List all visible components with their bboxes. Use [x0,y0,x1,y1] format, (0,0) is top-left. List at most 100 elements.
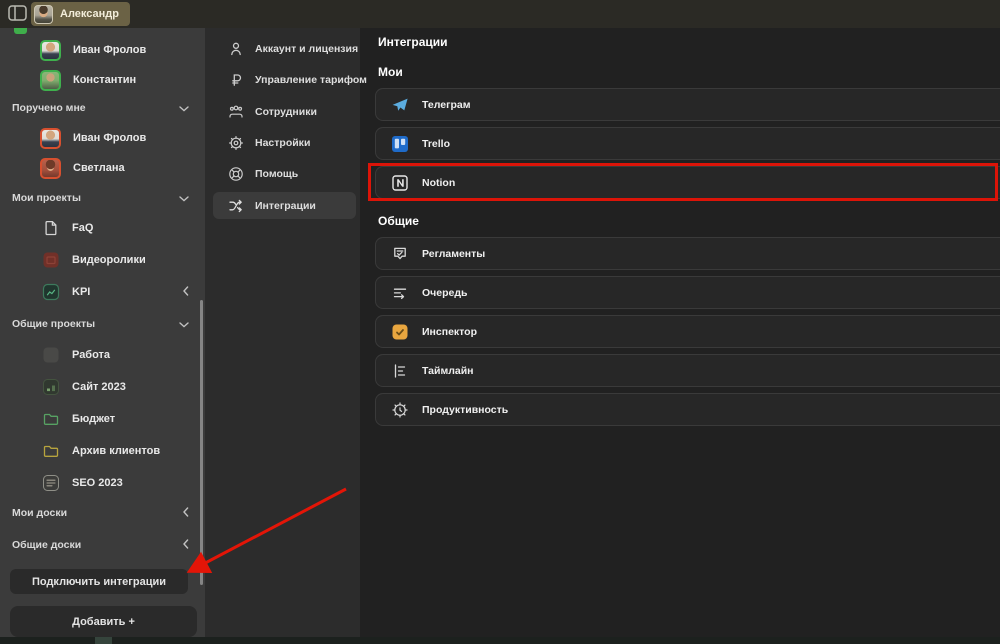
chevron-left-icon [183,283,189,301]
sidebar-item-member[interactable]: Светлана [0,154,205,182]
integration-label: Trello [422,138,450,150]
avatar [40,70,61,91]
productivity-icon [391,401,409,419]
project-label: Архив клиентов [72,445,160,457]
sidebar-item-project-site2023[interactable]: Сайт 2023 [0,373,205,401]
section-label: Общие доски [12,539,81,551]
lifebuoy-icon [228,166,244,182]
connect-integrations-button[interactable]: Подключить интеграции [10,569,188,594]
section-label: Поручено мне [12,102,86,114]
project-label: Сайт 2023 [72,381,126,393]
top-bar: Александр [0,0,1000,28]
integration-label: Таймлайн [422,365,474,377]
current-user-chip[interactable]: Александр [31,2,130,26]
section-label: Общие проекты [12,318,95,330]
integration-label: Инспектор [422,326,477,338]
member-label: Иван Фролов [73,132,146,144]
integration-card-notion[interactable]: Notion [375,166,1000,199]
integration-card-telegram[interactable]: Телеграм [375,88,1000,121]
person-icon [228,41,244,57]
integration-label: Очередь [422,287,467,299]
gear-icon [228,135,244,151]
inspector-icon [391,323,409,341]
partial-avatar [14,28,27,34]
chevron-down-icon [179,315,189,333]
folder-icon [42,442,60,460]
chevron-down-icon [179,189,189,207]
sidebar-item-project-faq[interactable]: FaQ [0,214,205,242]
chevron-left-icon [183,504,189,522]
sidebar-item-member[interactable]: Иван Фролов [0,36,205,64]
chevron-down-icon [179,99,189,117]
menu-item-label: Помощь [255,168,298,180]
project-label: Видеоролики [72,254,146,266]
avatar [40,40,61,61]
sidebar-section-shared-boards[interactable]: Общие доски [0,531,205,559]
menu-item-help[interactable]: Помощь [213,160,356,187]
menu-item-settings[interactable]: Настройки [213,129,356,156]
member-label: Константин [73,74,136,86]
settings-menu: Аккаунт и лицензия Управление тарифом Со… [205,28,360,644]
project-label: FaQ [72,222,93,234]
integration-label: Регламенты [422,248,485,260]
integrations-page: Интеграции Мои Телеграм Trello Notion Об… [360,28,1000,644]
integration-card-trello[interactable]: Trello [375,127,1000,160]
sidebar-item-project-work[interactable]: Работа [0,341,205,369]
menu-item-account[interactable]: Аккаунт и лицензия [213,35,356,62]
section-label-my: Мои [378,65,403,79]
integration-label: Продуктивность [422,404,508,416]
add-button[interactable]: Добавить + [10,606,197,637]
menu-item-label: Сотрудники [255,106,317,118]
menu-item-label: Управление тарифом [255,74,367,86]
avatar [40,158,61,179]
sidebar-collapse-icon[interactable] [8,5,28,22]
sidebar-section-my-boards[interactable]: Мои доски [0,499,205,527]
integration-card-timeline[interactable]: Таймлайн [375,354,1000,387]
section-label: Мои доски [12,507,67,519]
kpi-project-icon [42,283,60,301]
telegram-icon [391,96,409,114]
trello-icon [391,135,409,153]
sidebar-item-project-budget[interactable]: Бюджет [0,405,205,433]
file-icon [42,219,60,237]
menu-item-tariff[interactable]: Управление тарифом [213,66,356,93]
integration-card-productivity[interactable]: Продуктивность [375,393,1000,426]
menu-item-employees[interactable]: Сотрудники [213,98,356,125]
people-icon [228,104,244,120]
project-label: KPI [72,286,90,298]
chevron-left-icon [183,536,189,554]
member-label: Светлана [73,162,125,174]
section-label-shared: Общие [378,214,419,228]
window-bottom-edge [0,637,1000,644]
integration-label: Телеграм [422,99,471,111]
page-title: Интеграции [378,35,448,49]
sidebar-item-project-clients-archive[interactable]: Архив клиентов [0,437,205,465]
project-label: Работа [72,349,110,361]
sidebar: Иван Фролов Константин Поручено мне Иван… [0,28,205,644]
project-label: Бюджет [72,413,115,425]
bottom-notch [95,637,112,644]
sidebar-item-project-kpi[interactable]: KPI [0,278,205,306]
sidebar-section-assigned-to-me[interactable]: Поручено мне [0,94,205,122]
current-user-name: Александр [60,8,119,20]
sidebar-item-project-seo2023[interactable]: SEO 2023 [0,469,205,497]
integration-card-regulations[interactable]: Регламенты [375,237,1000,270]
queue-icon [391,284,409,302]
notion-icon [391,174,409,192]
integration-card-inspector[interactable]: Инспектор [375,315,1000,348]
sidebar-item-project-videos[interactable]: Видеоролики [0,246,205,274]
integration-label: Notion [422,177,455,189]
sidebar-item-member[interactable]: Иван Фролов [0,124,205,152]
ruble-icon [228,72,244,88]
video-project-icon [42,251,60,269]
seo-project-icon [42,474,60,492]
folder-icon [42,410,60,428]
sidebar-section-shared-projects[interactable]: Общие проекты [0,310,205,338]
menu-item-label: Аккаунт и лицензия [255,43,358,55]
sidebar-item-member[interactable]: Константин [0,66,205,94]
menu-item-integrations[interactable]: Интеграции [213,192,356,219]
sidebar-scrollbar[interactable] [200,300,203,585]
integration-card-queue[interactable]: Очередь [375,276,1000,309]
site-project-icon [42,378,60,396]
sidebar-section-my-projects[interactable]: Мои проекты [0,184,205,212]
